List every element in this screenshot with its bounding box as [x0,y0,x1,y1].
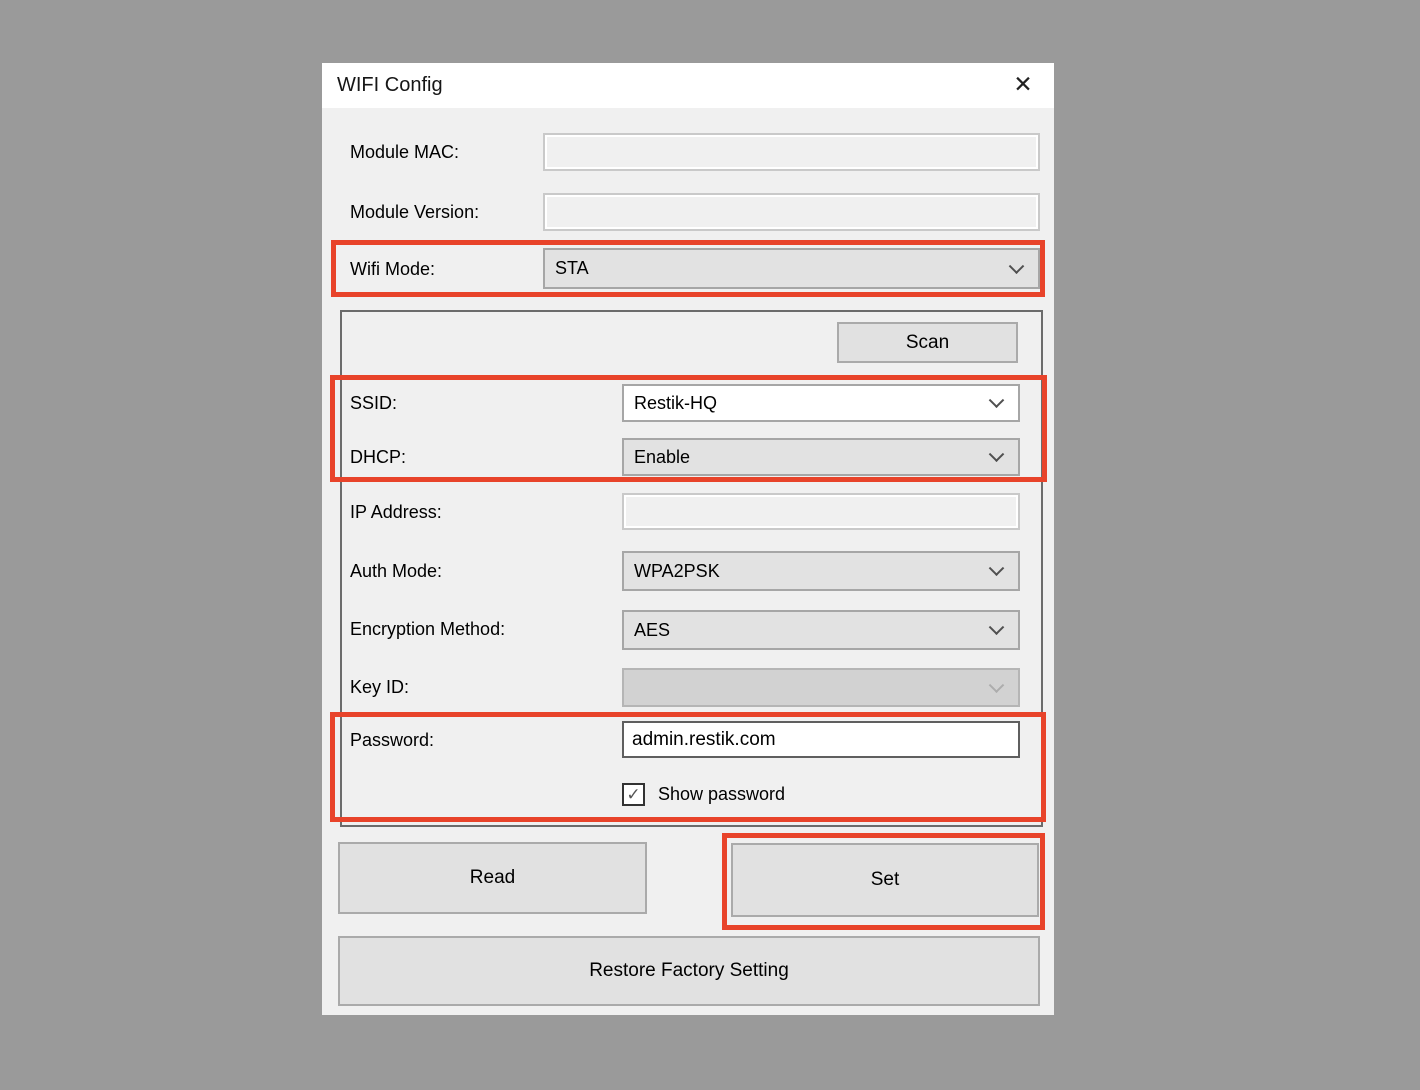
module-version-label: Module Version: [350,193,479,231]
ssid-dropdown[interactable]: Restik-HQ [622,384,1020,422]
dhcp-label: DHCP: [350,438,406,476]
chevron-down-icon [1009,258,1025,274]
ip-address-field [622,493,1020,530]
chevron-down-icon [989,392,1005,408]
auth-mode-value: WPA2PSK [634,561,720,582]
chevron-down-icon [989,560,1005,576]
chevron-down-icon [989,677,1005,693]
key-id-dropdown [622,668,1020,707]
encryption-method-label: Encryption Method: [350,610,505,648]
chevron-down-icon [989,619,1005,635]
restore-factory-setting-button[interactable]: Restore Factory Setting [338,936,1040,1006]
module-version-field[interactable] [543,193,1040,231]
window-title: WIFI Config [337,63,443,108]
wifi-mode-label: Wifi Mode: [350,250,435,288]
ssid-label: SSID: [350,384,397,422]
desktop-background: WIFI Config ✕ Module MAC: Module Version… [0,0,1420,1090]
module-mac-field[interactable] [543,133,1040,171]
dhcp-dropdown[interactable]: Enable [622,438,1020,476]
scan-button[interactable]: Scan [837,322,1018,363]
auth-mode-label: Auth Mode: [350,552,442,590]
module-mac-label: Module MAC: [350,133,459,171]
ip-address-label: IP Address: [350,493,442,531]
dhcp-value: Enable [634,447,690,468]
wifi-mode-dropdown[interactable]: STA [543,248,1040,289]
close-icon[interactable]: ✕ [1008,63,1038,108]
checkmark-icon: ✓ [626,785,640,805]
key-id-label: Key ID: [350,668,409,706]
show-password-label: Show password [658,781,785,807]
title-bar: WIFI Config ✕ [322,63,1054,108]
password-field[interactable] [622,721,1020,758]
show-password-checkbox[interactable]: ✓ [622,783,645,806]
auth-mode-dropdown[interactable]: WPA2PSK [622,551,1020,591]
encryption-method-dropdown[interactable]: AES [622,610,1020,650]
ssid-value: Restik-HQ [634,393,717,414]
set-button[interactable]: Set [731,843,1039,917]
read-button[interactable]: Read [338,842,647,914]
wifi-mode-value: STA [555,258,589,279]
wifi-config-window: WIFI Config ✕ Module MAC: Module Version… [322,63,1054,1015]
encryption-method-value: AES [634,620,670,641]
chevron-down-icon [989,446,1005,462]
password-label: Password: [350,721,434,759]
